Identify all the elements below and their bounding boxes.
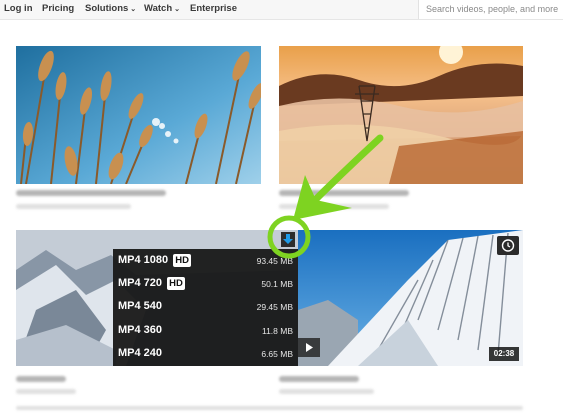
- play-icon: [306, 343, 313, 352]
- video-meta-blurred: [16, 204, 131, 209]
- download-option-mp4-1080[interactable]: MP4 1080 HD 93.45 MB: [113, 249, 298, 272]
- video-title-blurred: [16, 376, 66, 382]
- video-meta-blurred: [279, 204, 389, 209]
- wheat-image: [16, 46, 261, 184]
- login-link[interactable]: Log in: [4, 3, 33, 14]
- chevron-down-icon: ⌄: [130, 6, 137, 13]
- top-nav: Log in Pricing Solutions ⌄ Watch ⌄ Enterpr…: [0, 0, 563, 20]
- watch-menu[interactable]: Watch ⌄: [144, 3, 180, 14]
- download-button[interactable]: [281, 232, 295, 247]
- chevron-down-icon: ⌄: [174, 6, 181, 13]
- download-menu: MP4 1080 HD 93.45 MB MP4 720 HD 50.1 MB …: [113, 249, 298, 366]
- file-size: 50.1 MB: [261, 279, 293, 289]
- video-meta-blurred: [279, 389, 374, 394]
- video-title-blurred: [16, 190, 166, 196]
- video-title-blurred: [279, 376, 359, 382]
- watch-label: Watch: [144, 3, 173, 14]
- format-label: MP4 1080: [118, 254, 169, 266]
- file-size: 6.65 MB: [261, 349, 293, 359]
- download-option-mp4-240[interactable]: MP4 240 6.65 MB: [113, 342, 298, 365]
- enterprise-link[interactable]: Enterprise: [190, 3, 237, 14]
- play-button[interactable]: [298, 338, 320, 357]
- video-thumbnail-foggy-sunset[interactable]: [279, 46, 523, 184]
- video-thumbnail-wheat-field[interactable]: [16, 46, 261, 184]
- video-thumbnail-snowy-mountain-right[interactable]: [298, 230, 523, 366]
- hd-badge: HD: [167, 277, 185, 290]
- mountain-right-image: [298, 230, 523, 366]
- format-label: MP4 360: [118, 324, 163, 336]
- download-arrow-icon: [283, 234, 293, 244]
- pricing-link[interactable]: Pricing: [42, 3, 74, 14]
- video-title-blurred: [279, 190, 409, 196]
- video-meta-blurred: [16, 389, 76, 394]
- format-label: MP4 720: [118, 277, 163, 289]
- download-format: MP4 720 HD: [118, 277, 185, 290]
- file-size: 29.45 MB: [256, 302, 293, 312]
- sunset-image: [279, 46, 523, 184]
- download-option-mp4-360[interactable]: MP4 360 11.8 MB: [113, 319, 298, 342]
- file-size: 11.8 MB: [261, 326, 293, 336]
- duration-badge: 02:38: [489, 347, 519, 361]
- solutions-menu[interactable]: Solutions ⌄: [85, 3, 136, 14]
- watch-later-button[interactable]: [497, 236, 519, 255]
- download-option-mp4-720[interactable]: MP4 720 HD 50.1 MB: [113, 272, 298, 295]
- clock-icon: [501, 239, 515, 252]
- download-format: MP4 1080 HD: [118, 254, 191, 267]
- next-row-edge: [16, 406, 523, 410]
- file-size: 93.45 MB: [256, 256, 293, 266]
- hd-badge: HD: [173, 254, 191, 267]
- download-option-mp4-540[interactable]: MP4 540 29.45 MB: [113, 295, 298, 318]
- search-input[interactable]: Search videos, people, and more: [418, 0, 563, 19]
- format-label: MP4 540: [118, 300, 163, 312]
- solutions-label: Solutions: [85, 3, 129, 14]
- format-label: MP4 240: [118, 347, 163, 359]
